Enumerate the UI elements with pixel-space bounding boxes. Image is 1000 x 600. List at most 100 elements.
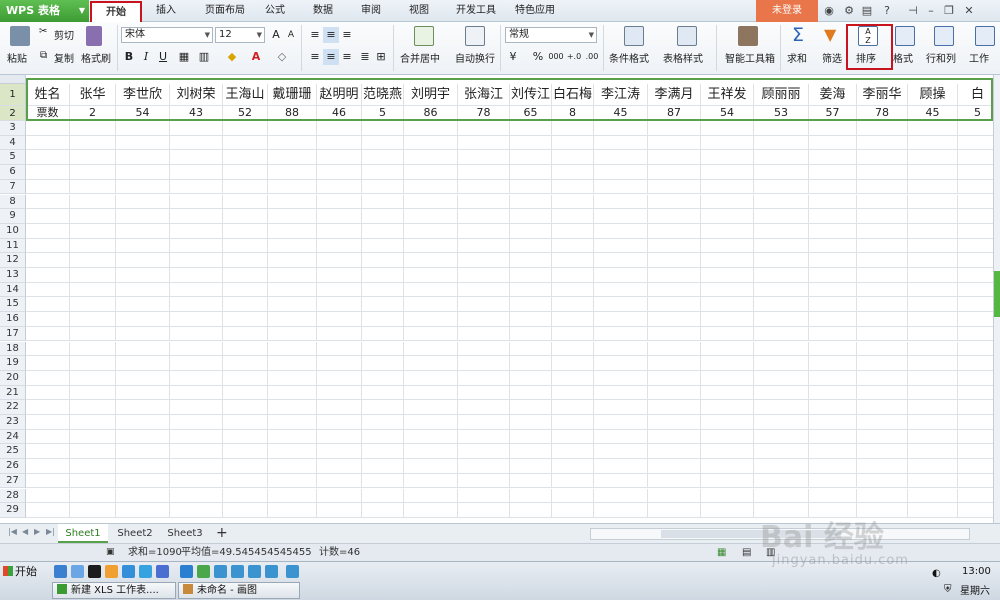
grid-cell[interactable] — [70, 415, 116, 430]
grid-cell[interactable] — [648, 503, 701, 518]
grid-cell[interactable] — [404, 179, 458, 195]
grid-cell[interactable] — [754, 488, 809, 504]
grid-cell[interactable] — [648, 385, 701, 401]
grid-cell[interactable] — [268, 209, 317, 224]
menu-tab[interactable]: 页面布局 — [194, 0, 256, 22]
grid-cell[interactable] — [552, 253, 594, 268]
grid-cell[interactable] — [809, 429, 857, 445]
grid-cell[interactable]: 刘树荣 — [170, 84, 223, 106]
row-header[interactable]: 20 — [0, 370, 26, 386]
app-icon[interactable] — [197, 565, 210, 578]
grid-cell[interactable] — [26, 326, 70, 342]
grid-cell[interactable] — [857, 165, 908, 180]
grid-cell[interactable] — [223, 194, 268, 210]
grid-cell[interactable] — [908, 268, 958, 283]
menu-tab[interactable]: 开发工具 — [446, 0, 506, 22]
grid-cell[interactable] — [958, 459, 993, 474]
grid-cell[interactable] — [594, 341, 648, 357]
grid-cell[interactable] — [648, 415, 701, 430]
grid-cell[interactable] — [594, 444, 648, 460]
grid-cell[interactable] — [510, 459, 552, 474]
grid-cell[interactable]: 86 — [404, 106, 458, 121]
grid-cell[interactable] — [268, 165, 317, 180]
grid-cell[interactable] — [170, 179, 223, 195]
grid-cell[interactable] — [362, 444, 404, 460]
grid-cell[interactable] — [268, 282, 317, 298]
grid-cell[interactable] — [908, 473, 958, 489]
grid-cell[interactable] — [268, 194, 317, 210]
grid-cell[interactable] — [223, 223, 268, 239]
grid-cell[interactable]: 45 — [908, 106, 958, 121]
grid-cell[interactable] — [701, 341, 754, 357]
grid-cell[interactable] — [857, 326, 908, 342]
grid-cell[interactable] — [458, 238, 510, 254]
grid-cell[interactable] — [268, 238, 317, 254]
grid-cell[interactable]: 戴珊珊 — [268, 84, 317, 106]
border-style-icon[interactable]: ▥ — [196, 49, 212, 65]
grid-cell[interactable] — [701, 415, 754, 430]
grid-cell[interactable] — [362, 165, 404, 180]
grid-cell[interactable] — [317, 473, 362, 489]
grid-cell[interactable] — [170, 473, 223, 489]
last-sheet-icon[interactable]: ▶| — [46, 527, 55, 536]
grid-cell[interactable]: 52 — [223, 106, 268, 121]
grid-cell[interactable]: 刘传江 — [510, 84, 552, 106]
grid-cell[interactable] — [70, 473, 116, 489]
grid-cell[interactable]: 54 — [116, 106, 170, 121]
grid-cell[interactable]: 白 — [958, 84, 993, 106]
font-color-icon[interactable]: A — [248, 49, 264, 65]
grid-cell[interactable] — [223, 370, 268, 386]
grid-cell[interactable] — [70, 488, 116, 504]
grid-cell[interactable] — [116, 268, 170, 283]
grid-cell[interactable] — [170, 194, 223, 210]
grid-cell[interactable] — [857, 135, 908, 151]
grid-cell[interactable] — [317, 385, 362, 401]
grid-cell[interactable] — [458, 370, 510, 386]
grid-cell[interactable] — [223, 503, 268, 518]
grid-cell[interactable] — [317, 488, 362, 504]
grid-cell[interactable] — [648, 268, 701, 283]
grid-cell[interactable] — [958, 297, 993, 313]
border-icon[interactable]: ▦ — [176, 49, 192, 65]
grid-cell[interactable] — [701, 297, 754, 313]
grid-cell[interactable] — [857, 370, 908, 386]
grid-cell[interactable] — [809, 135, 857, 151]
taskbar-item-paint[interactable]: 未命名 - 画图 — [178, 582, 300, 599]
grid-cell[interactable] — [268, 150, 317, 166]
grid-cell[interactable] — [26, 473, 70, 489]
grid-cell[interactable] — [552, 400, 594, 415]
grid-cell[interactable] — [908, 370, 958, 386]
grid-cell[interactable] — [594, 326, 648, 342]
grid-cell[interactable] — [317, 415, 362, 430]
grid-cell[interactable] — [958, 150, 993, 166]
align-bottom-icon[interactable]: ≡ — [339, 27, 355, 43]
smart-toolbox-button[interactable]: 智能工具箱 — [725, 50, 775, 65]
grid-cell[interactable] — [648, 135, 701, 151]
grid-cell[interactable] — [908, 282, 958, 298]
grid-cell[interactable] — [552, 385, 594, 401]
grid-cell[interactable] — [958, 430, 993, 445]
grid-cell[interactable] — [809, 370, 857, 386]
filter-icon[interactable]: ▼ — [824, 25, 836, 44]
grid-cell[interactable] — [170, 297, 223, 313]
grid-cell[interactable] — [648, 429, 701, 445]
row-header[interactable]: 11 — [0, 238, 26, 254]
grid-cell[interactable] — [170, 282, 223, 298]
grid-cell[interactable] — [958, 165, 993, 180]
minimize-icon[interactable]: – — [924, 4, 938, 18]
grid-cell[interactable]: 姓名 — [26, 84, 70, 106]
grid-cell[interactable] — [754, 370, 809, 386]
grid-cell[interactable] — [809, 444, 857, 460]
grid-cell[interactable] — [510, 135, 552, 151]
row-header[interactable]: 12 — [0, 253, 26, 268]
grid-cell[interactable] — [362, 268, 404, 283]
grid-cell[interactable] — [510, 150, 552, 166]
row-header[interactable]: 21 — [0, 385, 26, 401]
ie-icon[interactable] — [54, 565, 67, 578]
grid-cell[interactable]: 张华 — [70, 84, 116, 106]
add-sheet-icon[interactable]: + — [216, 525, 228, 541]
grid-cell[interactable] — [26, 400, 70, 415]
grid-cell[interactable] — [908, 341, 958, 357]
grid-cell[interactable] — [268, 268, 317, 283]
grid-cell[interactable] — [908, 135, 958, 151]
